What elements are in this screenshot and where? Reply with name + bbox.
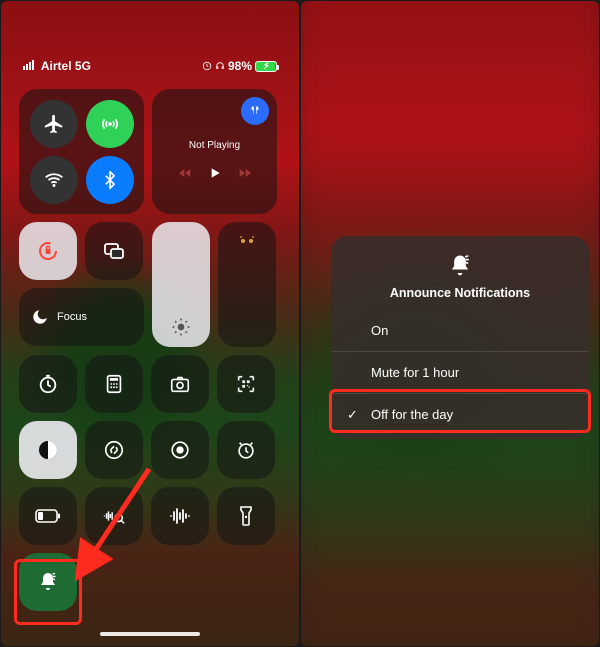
- rewind-icon[interactable]: [177, 165, 193, 181]
- calculator-icon: [103, 373, 125, 395]
- record-icon: [169, 439, 191, 461]
- airpods-icon: [248, 104, 262, 118]
- sync-icon: [202, 61, 212, 71]
- focus-tile[interactable]: Focus: [19, 288, 144, 346]
- magnify-wave-icon: [102, 505, 126, 527]
- alarm-icon: [235, 439, 257, 461]
- connectivity-group[interactable]: [19, 89, 144, 214]
- cellular-toggle[interactable]: [86, 100, 134, 148]
- option-on[interactable]: On: [331, 310, 589, 351]
- voice-memo[interactable]: [151, 487, 209, 545]
- wifi-toggle[interactable]: [30, 156, 78, 204]
- airpods-badge: [241, 97, 269, 125]
- screenshot-announce-popup: Announce Notifications On Mute for 1 hou…: [301, 1, 599, 646]
- bluetooth-icon: [100, 170, 120, 190]
- calculator[interactable]: [85, 355, 143, 413]
- sound-recognition[interactable]: [85, 487, 143, 545]
- screen-record[interactable]: [151, 421, 209, 479]
- qr-icon: [235, 373, 257, 395]
- alarm[interactable]: [217, 421, 275, 479]
- media-title: Not Playing: [189, 140, 240, 151]
- bell-announce-icon: [36, 570, 60, 594]
- airpods-volume-icon: [235, 232, 259, 250]
- control-center: Not Playing: [19, 89, 281, 619]
- option-mute-1-hour[interactable]: Mute for 1 hour: [331, 351, 589, 393]
- wifi-icon: [43, 169, 65, 191]
- play-icon[interactable]: [207, 165, 223, 181]
- timer-icon: [37, 373, 59, 395]
- orientation-lock[interactable]: [19, 222, 77, 280]
- bell-announce-icon: [446, 252, 474, 280]
- status-bar: Airtel 5G 98% ⚡︎: [1, 59, 299, 73]
- qr-scan[interactable]: [217, 355, 275, 413]
- sun-icon: [171, 317, 191, 337]
- dark-mode[interactable]: [19, 421, 77, 479]
- media-tile[interactable]: Not Playing: [152, 89, 277, 214]
- flashlight[interactable]: [217, 487, 275, 545]
- media-controls: [177, 165, 253, 181]
- low-power[interactable]: [19, 487, 77, 545]
- carrier-label: Airtel 5G: [23, 59, 91, 73]
- bluetooth-toggle[interactable]: [86, 156, 134, 204]
- camera[interactable]: [151, 355, 209, 413]
- volume-slider[interactable]: [218, 222, 276, 347]
- check-icon: ✓: [347, 407, 358, 423]
- dark-mode-icon: [36, 438, 60, 462]
- shazam-icon: [103, 439, 125, 461]
- option-off-for-the-day[interactable]: ✓ Off for the day: [331, 393, 589, 435]
- camera-icon: [169, 373, 191, 395]
- rotation-lock-icon: [36, 239, 60, 263]
- screenshot-control-center: Airtel 5G 98% ⚡︎: [1, 1, 299, 646]
- signal-bars-icon: [23, 60, 34, 70]
- flashlight-icon: [238, 505, 254, 527]
- moon-icon: [31, 308, 49, 326]
- announce-notifications[interactable]: [19, 553, 77, 611]
- popup-title: Announce Notifications: [331, 286, 589, 300]
- antenna-icon: [99, 113, 121, 135]
- battery-low-icon: [35, 509, 61, 523]
- airplane-toggle[interactable]: [30, 100, 78, 148]
- airplane-icon: [43, 113, 65, 135]
- announce-popup: Announce Notifications On Mute for 1 hou…: [331, 236, 589, 439]
- shazam[interactable]: [85, 421, 143, 479]
- status-right: 98% ⚡︎: [202, 59, 277, 73]
- focus-label: Focus: [57, 311, 87, 323]
- waveform-icon: [168, 506, 192, 526]
- home-indicator[interactable]: [100, 632, 200, 636]
- forward-icon[interactable]: [237, 165, 253, 181]
- battery-icon: ⚡︎: [255, 61, 277, 72]
- screen-mirroring-icon: [102, 239, 126, 263]
- screen-mirroring[interactable]: [85, 222, 143, 280]
- brightness-slider[interactable]: [152, 222, 210, 347]
- headphones-icon: [215, 61, 225, 71]
- timer[interactable]: [19, 355, 77, 413]
